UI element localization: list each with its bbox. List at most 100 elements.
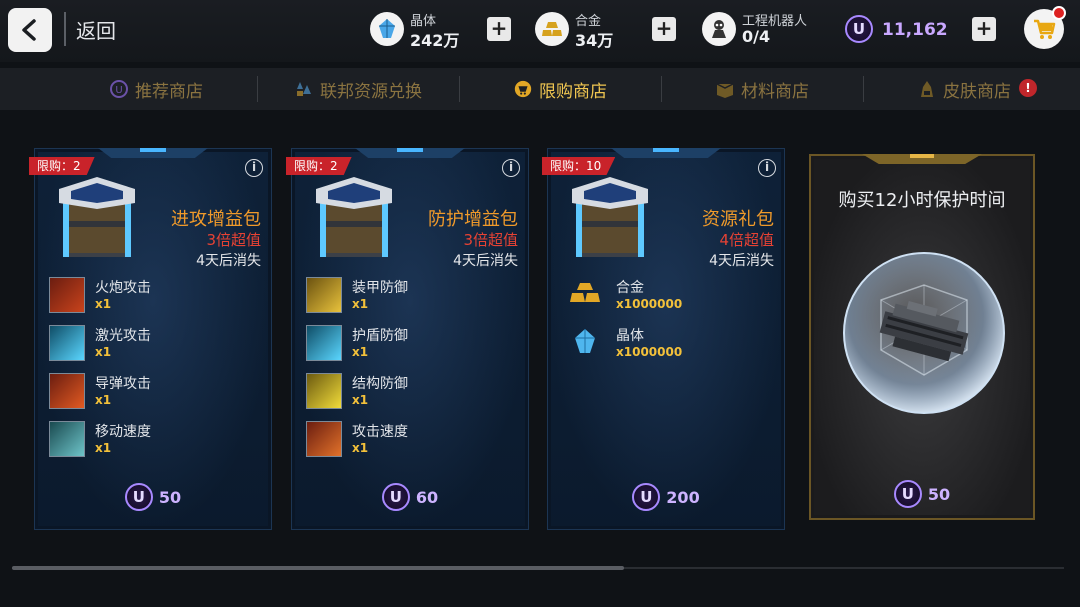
supply-crate-icon [316,177,392,257]
chevron-left-icon [22,19,36,41]
item-name: 导弹攻击 [95,376,151,392]
pack-title: 防护增益包 [428,209,518,230]
u-coin-icon: U [632,483,661,511]
alloy-icon [535,12,569,46]
missile-attack-icon [49,373,85,409]
item-name: 移动速度 [95,424,151,440]
item-name: 晶体 [616,328,644,344]
notification-dot [1052,6,1066,20]
tab-material-shop[interactable]: 材料商店 [661,68,863,110]
value-multiplier: 4倍超值 [719,231,774,249]
u-coin-icon: U [893,480,922,508]
item-qty: x1 [352,297,369,311]
list-item: 合金 x1000000 [570,275,770,319]
offer-card-defense[interactable]: 限购：2 i 防护增益包 3倍超值 4天后消失 装甲防御 x1 护盾防御 x1 … [286,148,529,530]
list-item: 移动速度 x1 [49,419,249,463]
crystal-icon [370,12,404,46]
item-qty: x1 [95,393,112,407]
attack-speed-icon [306,421,342,457]
list-item: 导弹攻击 x1 [49,371,249,415]
item-name: 攻击速度 [352,424,408,440]
item-qty: x1 [95,441,112,455]
list-item: 装甲防御 x1 [306,275,506,319]
tab-label: 推荐商店 [135,81,203,102]
item-name: 合金 [616,280,644,296]
price-button[interactable]: U 50 [811,480,1033,508]
divider [64,12,66,46]
value-multiplier: 3倍超值 [463,231,518,249]
list-item: 护盾防御 x1 [306,323,506,367]
item-qty: x1 [352,441,369,455]
back-button[interactable] [8,8,52,52]
offer-card-resource[interactable]: 限购：10 i 资源礼包 4倍超值 4天后消失 合金 x1000000 晶体 x… [542,148,785,530]
add-currency-button[interactable]: + [972,17,996,41]
card-notch [98,148,208,158]
expire-text: 4天后消失 [196,253,261,269]
add-crystal-button[interactable]: + [487,17,511,41]
offer-card-protection[interactable]: 购买12小时保护时间 U 50 [809,154,1035,520]
supply-crate-icon [59,177,135,257]
alloy-icon [570,283,600,302]
expire-text: 4天后消失 [709,253,774,269]
offer-card-attack[interactable]: 限购：2 i 进攻增益包 3倍超值 4天后消失 火炮攻击 x1 激光攻击 x1 … [29,148,272,530]
value-multiplier: 3倍超值 [206,231,261,249]
tab-label: 皮肤商店 [943,81,1011,102]
resource-value: 34万 [575,31,614,50]
item-qty: x1 [95,345,112,359]
pack-title: 进攻增益包 [171,209,261,230]
list-item: 晶体 x1000000 [570,323,770,367]
u-coin-icon: U [109,79,129,99]
item-name: 护盾防御 [352,328,408,344]
shielded-ship-icon [843,252,1005,414]
info-icon[interactable]: i [502,159,520,177]
price-value: 50 [158,487,182,507]
svg-text:U: U [115,85,122,96]
list-item: 激光攻击 x1 [49,323,249,367]
card-notch [611,148,721,158]
shop-tabs: U 推荐商店 联邦资源兑换 限购商店 材料商店 皮肤商店 ! [0,68,1080,110]
tab-alert-badge: ! [1019,79,1037,97]
add-alloy-button[interactable]: + [652,17,676,41]
price-button[interactable]: U 200 [548,483,784,511]
resource-value: 0/4 [742,27,771,46]
resource-alloy: 合金 34万 [535,8,645,52]
expire-text: 4天后消失 [453,253,518,269]
tab-recommended[interactable]: U 推荐商店 [55,68,257,110]
item-qty: x1000000 [616,345,683,359]
cannon-attack-icon [49,277,85,313]
price-button[interactable]: U 60 [292,483,528,511]
card-notch [862,154,982,164]
tab-skin-shop[interactable]: 皮肤商店 ! [863,68,1065,110]
pack-title: 资源礼包 [702,209,774,230]
info-icon[interactable]: i [758,159,776,177]
price-value: 60 [415,487,439,507]
item-qty: x1 [352,345,369,359]
tab-label: 联邦资源兑换 [320,81,422,102]
top-bar: 返回 晶体 242万 + 合金 34万 + 工程机器人 0/4 U 11,162… [0,0,1080,62]
item-name: 火炮攻击 [95,280,151,296]
tab-federation-exchange[interactable]: 联邦资源兑换 [257,68,459,110]
horizontal-scroll-thumb[interactable] [12,566,624,570]
list-item: 火炮攻击 x1 [49,275,249,319]
price-value: 50 [927,484,951,504]
item-qty: x1 [352,393,369,407]
info-icon[interactable]: i [245,159,263,177]
crystal-icon [575,329,595,353]
laser-attack-icon [49,325,85,361]
resource-value: 242万 [410,31,460,50]
premium-currency-value: 11,162 [882,20,948,40]
cart-icon [1034,19,1056,39]
list-item: 攻击速度 x1 [306,419,506,463]
structure-defense-icon [306,373,342,409]
u-coin-icon: U [381,483,410,511]
move-speed-icon [49,421,85,457]
resource-robot: 工程机器人 0/4 [702,8,832,52]
price-button[interactable]: U 50 [35,483,271,511]
item-name: 装甲防御 [352,280,408,296]
protection-title: 购买12小时保护时间 [838,190,1006,211]
tab-limited-shop[interactable]: 限购商店 [459,68,661,110]
shield-defense-icon [306,325,342,361]
back-label[interactable]: 返回 [76,15,116,44]
limited-shop-icon [513,79,533,99]
armor-defense-icon [306,277,342,313]
